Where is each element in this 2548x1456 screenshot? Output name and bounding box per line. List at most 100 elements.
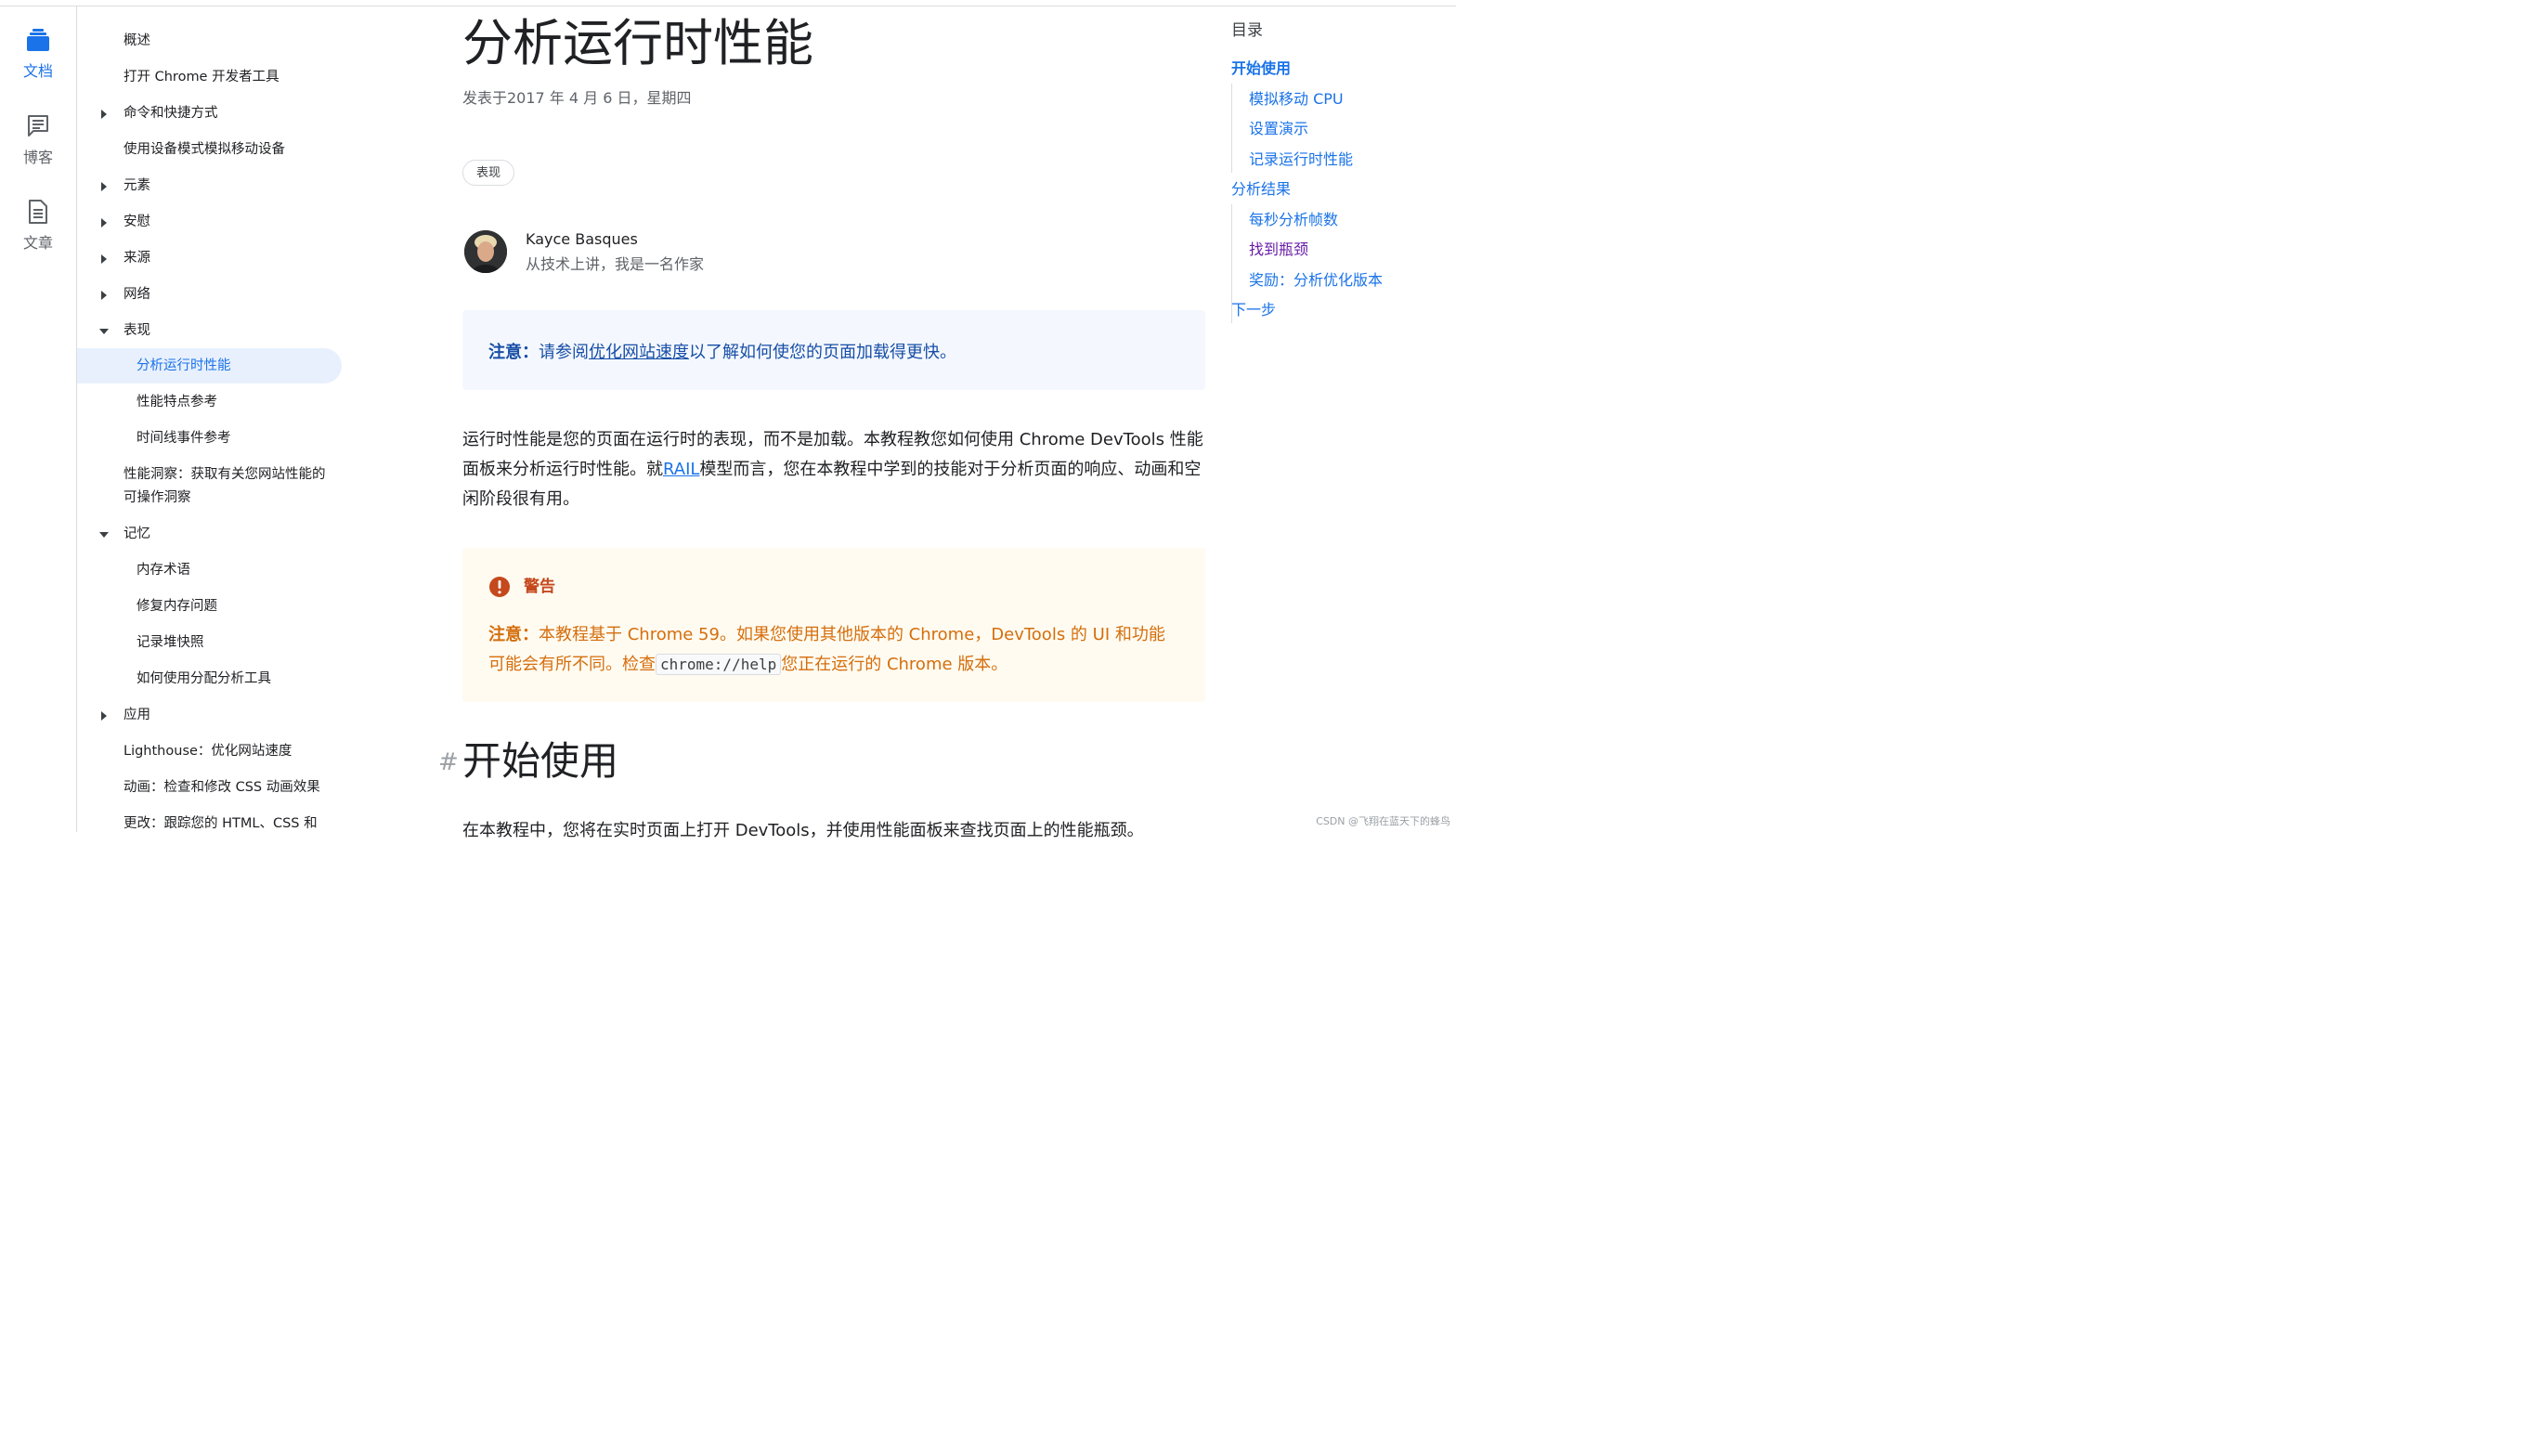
nav-item-elements[interactable]: 元素 [77,175,342,198]
nav-item-label: 时间线事件参考 [136,431,231,446]
publish-date: 发表于2017 年 4 月 6 日，星期四 [462,89,692,107]
watermark: CSDN @飞翔在蓝天下的蜂鸟 [1316,815,1450,827]
chevron-right-icon[interactable] [101,110,107,119]
warning-text: 注意：本教程基于 Chrome 59。如果您使用其他版本的 Chrome，Dev… [488,620,1179,680]
rail-articles[interactable]: 文章 [0,199,76,253]
optimize-speed-link[interactable]: 优化网站速度 [589,343,689,362]
chevron-right-icon[interactable] [101,291,107,300]
nav-item-memory-terms[interactable]: 内存术语 [77,559,342,582]
rail-articles-label: 文章 [22,234,53,252]
nav-item-label: Lighthouse：优化网站速度 [124,744,292,759]
heading-anchor[interactable]: # [438,748,459,776]
author-photo [464,230,507,273]
toc-divider [1231,84,1232,173]
nav-item-console[interactable]: 安慰 [77,211,342,234]
chevron-down-icon[interactable] [99,329,109,334]
nav-item-label: 记忆 [124,526,150,541]
section-paragraph: 在本教程中，您将在实时页面上打开 DevTools，并使用性能面板来查找页面上的… [462,821,1144,840]
nav-item-perf-insights[interactable]: 性能洞察：获取有关您网站性能的 可操作洞察 [77,463,342,510]
warning-header: 警告 [488,574,1179,600]
nav-item-open-devtools[interactable]: 打开 Chrome 开发者工具 [77,66,342,89]
side-nav: 概述 打开 Chrome 开发者工具 命令和快捷方式 使用设备模式模拟移动设备 … [77,6,356,832]
note-label: 注意： [488,343,539,362]
nav-item-label: 概述 [124,33,150,48]
nav-item-animations[interactable]: 动画：检查和修改 CSS 动画效果 [77,776,342,800]
nav-item-heap-snapshot[interactable]: 记录堆快照 [77,631,342,655]
rail-docs[interactable]: 文档 [0,27,76,81]
nav-item-memory[interactable]: 记忆 [77,523,342,546]
author-name[interactable]: Kayce Basques [526,230,638,248]
nav-item-label: 网络 [124,287,150,302]
nav-item-changes[interactable]: 更改：跟踪您的 HTML、CSS 和 [77,812,342,836]
nav-item-label: 记录堆快照 [136,635,204,650]
author-description: 从技术上讲，我是一名作家 [526,255,705,273]
chrome-help-code: chrome://help [656,654,782,675]
nav-item-label: 更改：跟踪您的 HTML、CSS 和 [124,816,318,831]
rail-docs-label: 文档 [22,62,53,80]
toc-item-analyze-results[interactable]: 分析结果 [1231,176,1291,199]
nav-item-lighthouse[interactable]: Lighthouse：优化网站速度 [77,740,342,763]
nav-item-label: 安慰 [124,214,150,229]
nav-item-analyze-runtime[interactable]: 分析运行时性能 [77,348,342,384]
toc-item-fps[interactable]: 每秒分析帧数 [1249,207,1338,229]
rail-blog[interactable]: 博客 [0,113,76,167]
warning-text-2: 您正在运行的 Chrome 版本。 [781,655,1008,674]
nav-item-label: 表现 [124,323,150,338]
nav-item-performance[interactable]: 表现 [77,319,342,343]
nav-item-label: 性能特点参考 [136,395,217,410]
toc-item-bonus[interactable]: 奖励：分析优化版本 [1249,267,1383,290]
chat-bubble-icon [28,115,48,136]
author-block: Kayce Basques 从技术上讲，我是一名作家 [462,230,834,275]
table-of-contents: 目录 开始使用 模拟移动 CPU 设置演示 记录运行时性能 分析结果 每秒分析帧… [1231,17,1445,323]
nav-item-label: 来源 [124,251,150,266]
nav-item-label: 应用 [124,708,150,722]
nav-item-label: 命令和快捷方式 [124,106,218,121]
toc-item-bottleneck[interactable]: 找到瓶颈 [1249,237,1308,259]
toc-title: 目录 [1231,21,1263,40]
nav-item-label: 使用设备模式模拟移动设备 [124,142,285,157]
warning-title: 警告 [524,578,555,596]
toc-item-setup-demo[interactable]: 设置演示 [1249,116,1308,138]
warning-callout: 警告 注意：本教程基于 Chrome 59。如果您使用其他版本的 Chrome，… [462,548,1205,702]
nav-item-label: 修复内存问题 [136,599,217,614]
toc-item-get-started[interactable]: 开始使用 [1231,56,1291,78]
toc-item-next-steps[interactable]: 下一步 [1231,297,1276,319]
note-suffix: 以了解如何使您的页面加载得更快。 [689,343,956,362]
warning-label: 注意： [488,625,539,644]
left-rail: 文档 博客 文章 [0,6,77,832]
nav-item-label: 性能洞察：获取有关您网站性能的 [124,467,326,482]
nav-item-sources[interactable]: 来源 [77,247,342,270]
chevron-right-icon[interactable] [101,218,107,228]
nav-item-timeline-reference[interactable]: 时间线事件参考 [77,427,342,450]
tag-chip[interactable]: 表现 [462,160,515,186]
chevron-right-icon[interactable] [101,254,107,264]
nav-item-label: 打开 Chrome 开发者工具 [124,70,280,84]
nav-item-label: 元素 [124,178,150,193]
nav-item-network[interactable]: 网络 [77,283,342,306]
avatar[interactable] [464,230,507,273]
article-icon [29,200,47,224]
toc-item-record[interactable]: 记录运行时性能 [1249,147,1353,169]
toc-item-simulate-cpu[interactable]: 模拟移动 CPU [1249,86,1344,109]
nav-item-label: 内存术语 [136,563,190,578]
nav-item-allocation-profiler[interactable]: 如何使用分配分析工具 [77,668,342,691]
nav-item-overview[interactable]: 概述 [77,30,342,53]
chevron-right-icon[interactable] [101,711,107,721]
rail-blog-label: 博客 [22,149,53,166]
note-prefix: 请参阅 [539,343,589,362]
nav-item-device-mode[interactable]: 使用设备模式模拟移动设备 [77,138,342,162]
nav-item-fix-memory[interactable]: 修复内存问题 [77,595,342,618]
nav-item-commands[interactable]: 命令和快捷方式 [77,102,342,125]
rail-link[interactable]: RAIL [663,460,699,479]
nav-item-label: 分析运行时性能 [136,358,231,373]
nav-item-label-cont: 可操作洞察 [124,490,191,505]
chevron-right-icon[interactable] [101,182,107,191]
docs-stack-icon [27,29,49,51]
nav-item-label: 如何使用分配分析工具 [136,671,271,686]
warning-icon [489,577,510,597]
nav-item-perf-reference[interactable]: 性能特点参考 [77,391,342,414]
nav-item-application[interactable]: 应用 [77,704,342,727]
section-heading-get-started: 开始使用 [462,738,619,784]
chevron-down-icon[interactable] [99,532,109,538]
note-callout: 注意：请参阅优化网站速度以了解如何使您的页面加载得更快。 [462,310,1205,390]
